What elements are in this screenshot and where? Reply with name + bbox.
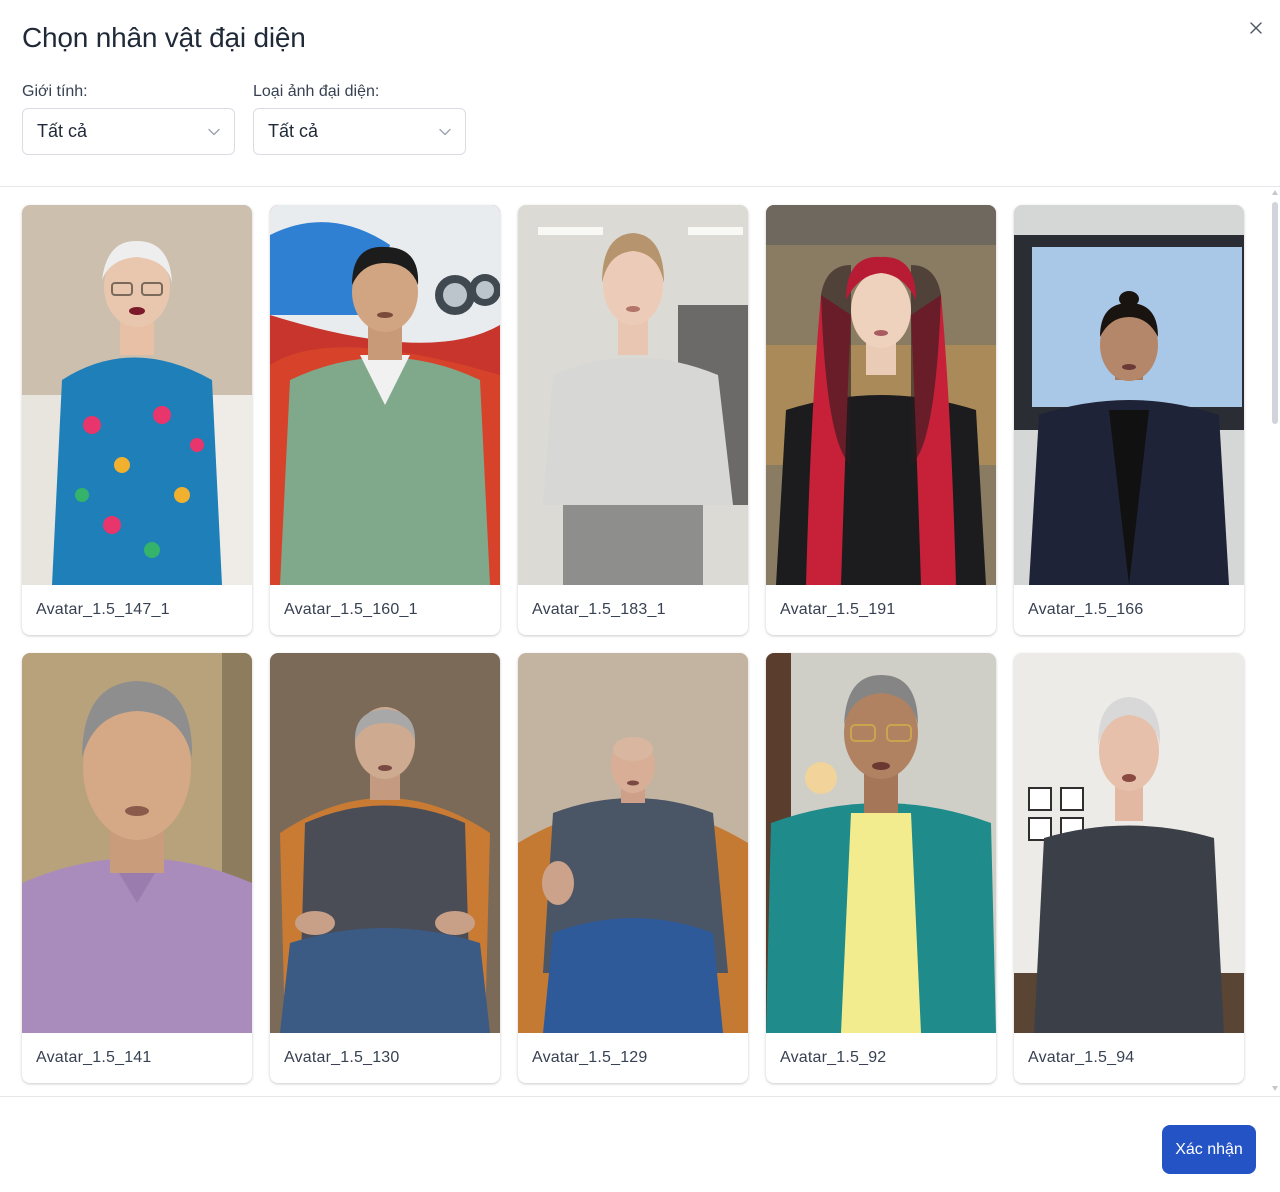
avatar-thumbnail [1014, 653, 1244, 1033]
avatar-grid: Avatar_1.5_147_1 Avatar_1.5_160_1 Avatar… [22, 205, 1244, 1083]
avatar-type-select-value: Tất cả [268, 121, 319, 141]
avatar-type-filter-label: Loại ảnh đại diện: [253, 83, 380, 100]
avatar-card[interactable]: Avatar_1.5_183_1 [518, 205, 748, 635]
avatar-card[interactable]: Avatar_1.5_191 [766, 205, 996, 635]
avatar-picker-dialog: Chọn nhân vật đại diện Giới tính: Tất cả… [0, 0, 1280, 1192]
scroll-up-arrow-icon[interactable] [1272, 190, 1278, 195]
gender-filter-label: Giới tính: [22, 83, 88, 100]
avatar-thumbnail [766, 205, 996, 585]
avatar-name: Avatar_1.5_166 [1028, 601, 1144, 618]
gender-filter: Giới tính: Tất cả [22, 82, 235, 155]
avatar-card[interactable]: Avatar_1.5_92 [766, 653, 996, 1083]
avatar-name: Avatar_1.5_183_1 [532, 601, 666, 618]
avatar-name: Avatar_1.5_129 [532, 1049, 648, 1066]
gender-select-value: Tất cả [37, 121, 88, 141]
avatar-card[interactable]: Avatar_1.5_130 [270, 653, 500, 1083]
avatar-thumbnail [270, 205, 500, 585]
dialog-footer: Xác nhận [0, 1096, 1280, 1192]
close-button[interactable] [1244, 16, 1268, 40]
avatar-name: Avatar_1.5_94 [1028, 1049, 1135, 1066]
avatar-name: Avatar_1.5_147_1 [36, 601, 170, 618]
avatar-name: Avatar_1.5_191 [780, 601, 896, 618]
avatar-name: Avatar_1.5_92 [780, 1049, 887, 1066]
avatar-thumbnail [518, 653, 748, 1033]
gender-select[interactable]: Tất cả [22, 108, 235, 155]
avatar-name: Avatar_1.5_141 [36, 1049, 152, 1066]
avatar-thumbnail [518, 205, 748, 585]
close-icon [1250, 22, 1262, 34]
chevron-down-icon [439, 128, 451, 135]
dialog-title: Chọn nhân vật đại diện [22, 22, 306, 53]
avatar-card[interactable]: Avatar_1.5_141 [22, 653, 252, 1083]
avatar-card[interactable]: Avatar_1.5_160_1 [270, 205, 500, 635]
avatar-thumbnail [22, 205, 252, 585]
avatar-name: Avatar_1.5_160_1 [284, 601, 418, 618]
avatar-card[interactable]: Avatar_1.5_166 [1014, 205, 1244, 635]
avatar-thumbnail [22, 653, 252, 1033]
avatar-thumbnail [1014, 205, 1244, 585]
avatar-type-filter: Loại ảnh đại diện: Tất cả [253, 82, 466, 155]
chevron-down-icon [208, 128, 220, 135]
confirm-button[interactable]: Xác nhận [1162, 1125, 1256, 1174]
avatar-card[interactable]: Avatar_1.5_94 [1014, 653, 1244, 1083]
scroll-thumb[interactable] [1272, 202, 1278, 424]
avatar-name: Avatar_1.5_130 [284, 1049, 400, 1066]
avatar-card[interactable]: Avatar_1.5_129 [518, 653, 748, 1083]
dialog-header: Chọn nhân vật đại diện Giới tính: Tất cả… [0, 0, 1280, 187]
avatar-card[interactable]: Avatar_1.5_147_1 [22, 205, 252, 635]
avatar-grid-area: Avatar_1.5_147_1 Avatar_1.5_160_1 Avatar… [0, 188, 1280, 1096]
avatar-type-select[interactable]: Tất cả [253, 108, 466, 155]
grid-scrollbar[interactable] [1269, 188, 1280, 1096]
scroll-down-arrow-icon[interactable] [1272, 1086, 1278, 1091]
avatar-thumbnail [766, 653, 996, 1033]
avatar-thumbnail [270, 653, 500, 1033]
